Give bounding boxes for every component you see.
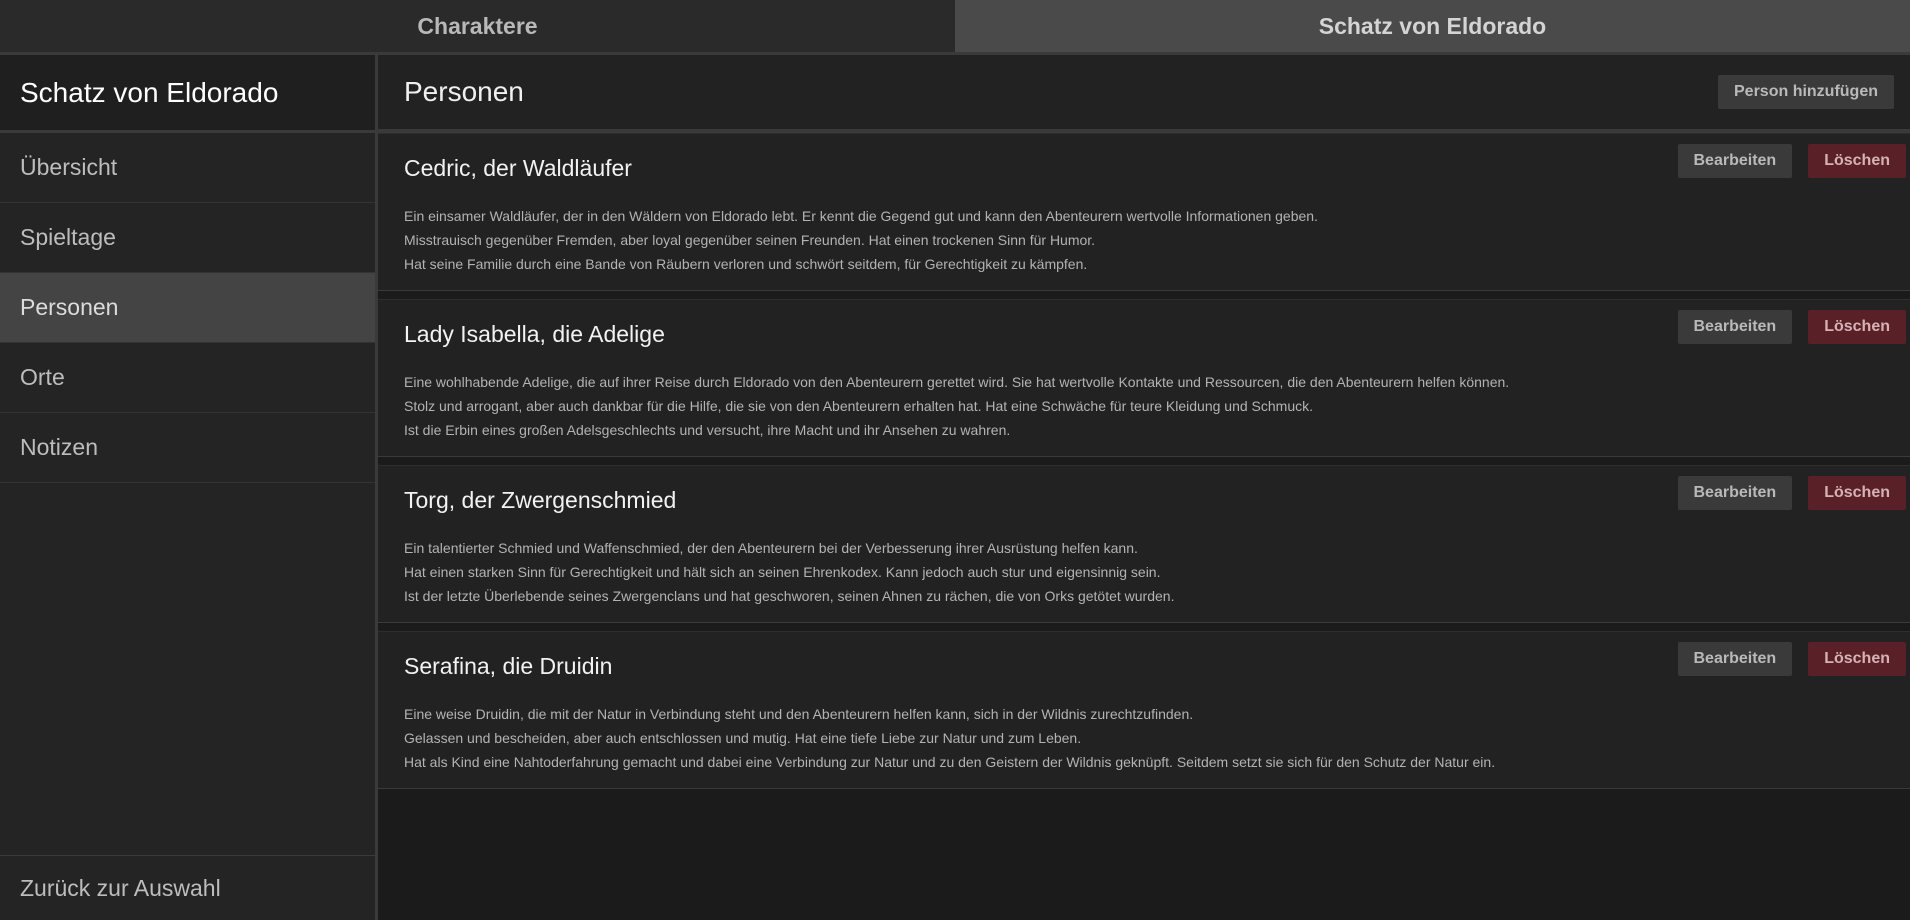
person-card: Lady Isabella, die Adelige Bearbeiten Lö… bbox=[378, 299, 1910, 457]
description-line: Hat einen starken Sinn für Gerechtigkeit… bbox=[404, 564, 1161, 580]
person-card: Torg, der Zwergenschmied Bearbeiten Lösc… bbox=[378, 465, 1910, 623]
sidebar-item-spieltage[interactable]: Spieltage bbox=[0, 203, 375, 273]
tab-charaktere[interactable]: Charaktere bbox=[0, 0, 955, 52]
sidebar-item-uebersicht[interactable]: Übersicht bbox=[0, 133, 375, 203]
sidebar-title: Schatz von Eldorado bbox=[0, 55, 375, 133]
sidebar-item-orte[interactable]: Orte bbox=[0, 343, 375, 413]
sidebar: Schatz von Eldorado Übersicht Spieltage … bbox=[0, 55, 378, 920]
description-line: Misstrauisch gegenüber Fremden, aber loy… bbox=[404, 232, 1096, 248]
description-line: Ein einsamer Waldläufer, der in den Wäld… bbox=[404, 208, 1318, 224]
person-description: Ein einsamer Waldläufer, der in den Wäld… bbox=[404, 204, 1318, 276]
edit-button[interactable]: Bearbeiten bbox=[1677, 642, 1793, 676]
person-name: Torg, der Zwergenschmied bbox=[404, 487, 677, 513]
person-description: Ein talentierter Schmied und Waffenschmi… bbox=[404, 536, 1174, 608]
description-line: Eine weise Druidin, die mit der Natur in… bbox=[404, 706, 1194, 722]
back-to-selection-link[interactable]: Zurück zur Auswahl bbox=[0, 855, 375, 920]
person-name: Serafina, die Druidin bbox=[404, 653, 613, 679]
edit-button[interactable]: Bearbeiten bbox=[1677, 144, 1793, 178]
person-actions: Bearbeiten Löschen bbox=[1677, 144, 1906, 178]
delete-button[interactable]: Löschen bbox=[1808, 310, 1906, 344]
main-header: Personen Person hinzufügen bbox=[378, 55, 1910, 133]
person-name: Cedric, der Waldläufer bbox=[404, 155, 632, 181]
tab-schatz-von-eldorado[interactable]: Schatz von Eldorado bbox=[955, 0, 1910, 52]
sidebar-item-notizen[interactable]: Notizen bbox=[0, 413, 375, 483]
description-line: Stolz und arrogant, aber auch dankbar fü… bbox=[404, 398, 1314, 414]
delete-button[interactable]: Löschen bbox=[1808, 476, 1906, 510]
page-title: Personen bbox=[404, 76, 524, 107]
sidebar-item-personen[interactable]: Personen bbox=[0, 273, 375, 343]
person-name: Lady Isabella, die Adelige bbox=[404, 321, 665, 347]
top-tab-bar: Charaktere Schatz von Eldorado bbox=[0, 0, 1910, 55]
description-line: Ist der letzte Überlebende seines Zwerge… bbox=[404, 588, 1175, 604]
main-content: Personen Person hinzufügen Cedric, der W… bbox=[378, 55, 1910, 920]
add-person-button[interactable]: Person hinzufügen bbox=[1718, 75, 1894, 109]
edit-button[interactable]: Bearbeiten bbox=[1677, 310, 1793, 344]
delete-button[interactable]: Löschen bbox=[1808, 144, 1906, 178]
person-actions: Bearbeiten Löschen bbox=[1677, 642, 1906, 676]
description-line: Hat als Kind eine Nahtoderfahrung gemach… bbox=[404, 754, 1496, 770]
description-line: Eine wohlhabende Adelige, die auf ihrer … bbox=[404, 374, 1510, 390]
edit-button[interactable]: Bearbeiten bbox=[1677, 476, 1793, 510]
description-line: Gelassen und bescheiden, aber auch entsc… bbox=[404, 730, 1082, 746]
person-card: Serafina, die Druidin Bearbeiten Löschen… bbox=[378, 631, 1910, 789]
person-description: Eine weise Druidin, die mit der Natur in… bbox=[404, 702, 1495, 774]
description-line: Ist die Erbin eines großen Adelsgeschlec… bbox=[404, 422, 1011, 438]
person-actions: Bearbeiten Löschen bbox=[1677, 476, 1906, 510]
person-actions: Bearbeiten Löschen bbox=[1677, 310, 1906, 344]
delete-button[interactable]: Löschen bbox=[1808, 642, 1906, 676]
person-card: Cedric, der Waldläufer Bearbeiten Lösche… bbox=[378, 133, 1910, 291]
person-description: Eine wohlhabende Adelige, die auf ihrer … bbox=[404, 370, 1509, 442]
description-line: Hat seine Familie durch eine Bande von R… bbox=[404, 256, 1088, 272]
description-line: Ein talentierter Schmied und Waffenschmi… bbox=[404, 540, 1138, 556]
